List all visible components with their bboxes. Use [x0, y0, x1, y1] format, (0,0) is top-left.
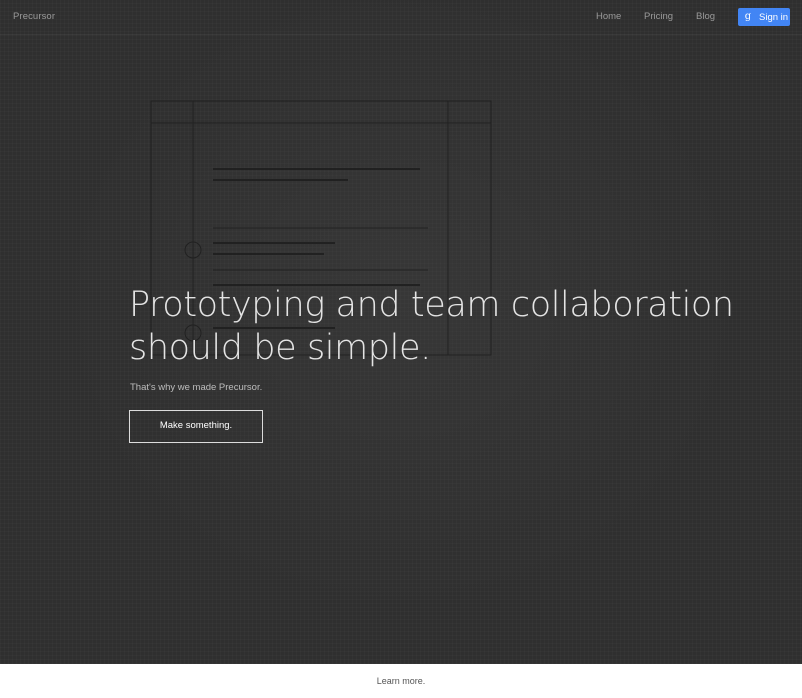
make-something-button[interactable]: Make something. [129, 410, 263, 443]
nav-link-blog[interactable]: Blog [696, 11, 715, 22]
headline-line-2: should be simple. [129, 328, 431, 368]
hero-headline: Prototyping and team collaboration shoul… [129, 284, 769, 370]
learn-more-link[interactable]: Learn more. [0, 676, 802, 686]
brand-logo-text[interactable]: Precursor [13, 11, 55, 22]
hero-section: Precursor Home Pricing Blog g Sign in Pr… [0, 0, 802, 664]
footer-bar: Learn more. [0, 664, 802, 698]
nav-link-home[interactable]: Home [596, 11, 621, 22]
google-plus-icon: g [744, 11, 752, 22]
nav-link-pricing[interactable]: Pricing [644, 11, 673, 22]
sign-in-label: Sign in [759, 12, 789, 23]
hero-subtext: That's why we made Precursor. [130, 382, 263, 393]
headline-line-1: Prototyping and team collaboration [129, 285, 734, 325]
sign-in-button[interactable]: g Sign in [738, 8, 790, 26]
top-navigation: Precursor Home Pricing Blog g Sign in [0, 0, 802, 35]
